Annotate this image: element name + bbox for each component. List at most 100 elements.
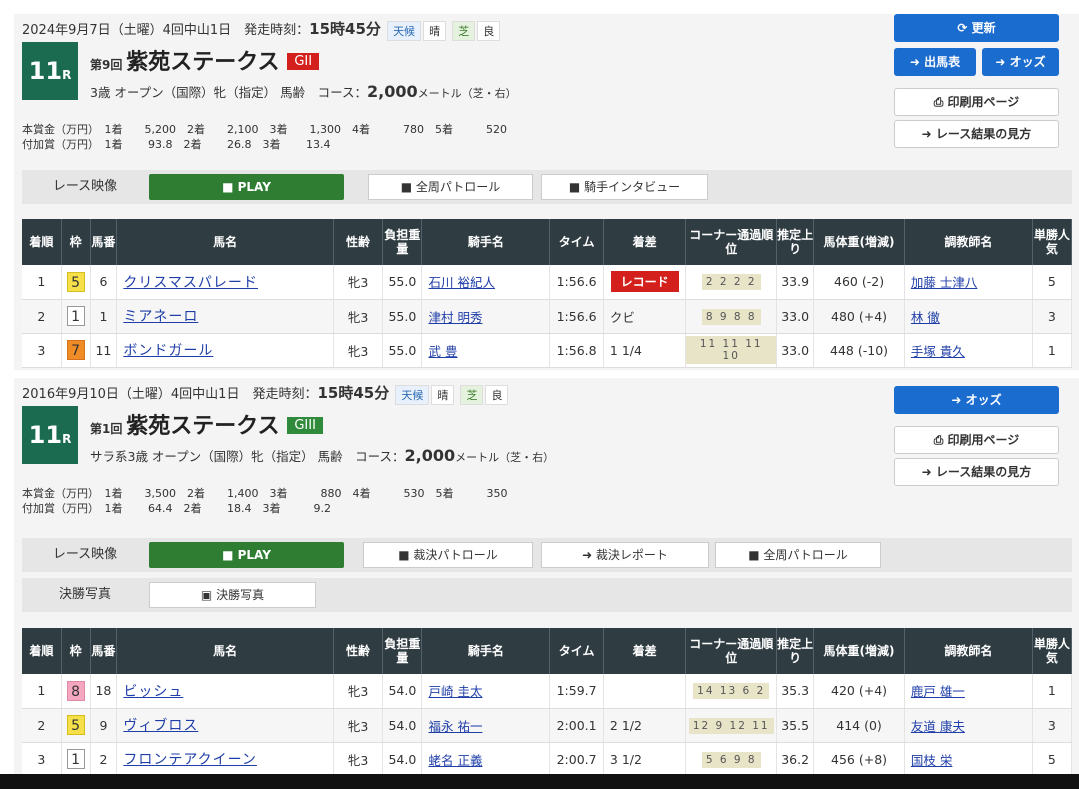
trainer-link[interactable]: 鹿戸 雄一 [911,684,965,699]
col-header: 調教師名 [904,219,1033,265]
distance: 2,000 [367,82,418,101]
jockey-link[interactable]: 戸崎 圭太 [428,684,482,699]
horse-number: 1 [90,299,118,334]
jockey-link[interactable]: 津村 明秀 [428,310,482,325]
trainer-link[interactable]: 国枝 栄 [911,753,952,768]
result-guide-button[interactable]: ➜ レース結果の見方 [894,120,1059,148]
margin [603,674,687,709]
race-time: 1:56.6 [549,265,604,300]
margin: 2 1/2 [603,708,687,743]
col-header: 馬名 [116,219,334,265]
trainer-link[interactable]: 加藤 士津八 [911,275,977,290]
corner-positions: 11 11 11 10 [686,336,777,364]
horse-link[interactable]: フロンテアクイーン [123,752,257,768]
stewards-patrol-button[interactable]: ■ 裁決パトロール [363,542,533,568]
waku-badge: 5 [66,715,85,735]
jockey-link[interactable]: 蛯名 正義 [428,753,482,768]
finish-position: 2 [22,708,62,743]
jockey-link[interactable]: 福永 祐一 [428,719,482,734]
result-guide-button[interactable]: ➜ レース結果の見方 [894,458,1059,486]
horse-cell: ボンドガール [116,333,334,368]
race-suffix: R [62,432,72,446]
table-header: 着順 枠 馬番 馬名 性齢 負担重量 騎手名 タイム 着差 コーナー通過順位 推… [22,628,1073,674]
horse-link[interactable]: ボンドガール [123,343,213,359]
full-patrol-button[interactable]: ■ 全周パトロール [715,542,881,568]
photo-finish-button[interactable]: ▣ 決勝写真 [149,582,316,608]
body-weight: 480 (+4) [813,299,905,334]
play-button[interactable]: ■ PLAY [149,174,344,200]
race-panel-2024: 2024年9月7日（土曜）4回中山1日 発走時刻：15時45分 天候晴 芝良 1… [14,14,1079,370]
results-table: 着順 枠 馬番 馬名 性齢 負担重量 騎手名 タイム 着差 コーナー通過順位 推… [22,219,1073,368]
table-header: 着順 枠 馬番 馬名 性齢 負担重量 騎手名 タイム 着差 コーナー通過順位 推… [22,219,1073,265]
horse-link[interactable]: ミアネーロ [123,309,198,325]
print-page-button[interactable]: ⎙ 印刷用ページ [894,426,1059,454]
race-number: 11 [28,57,63,85]
horse-cell: ミアネーロ [116,299,334,334]
horse-link[interactable]: ヴィブロス [123,718,198,734]
race-video-bar: レース映像 ■ PLAY ■ 全周パトロール ■ 騎手インタビュー [22,170,1072,204]
weather-value: 晴 [423,20,447,41]
refresh-button[interactable]: ⟳ 更新 [894,14,1059,42]
track-condition: 良 [477,20,501,41]
odds-button[interactable]: ➜ オッズ [894,386,1059,414]
jockey-link[interactable]: 石川 裕紀人 [428,275,494,290]
race-date: 2016年9月10日（土曜）4回中山1日 発走時刻： [22,387,318,402]
odds-button[interactable]: ➜ オッズ [982,48,1059,76]
distance-unit: メートル（芝・右） [455,451,555,464]
race-time: 1:56.8 [549,333,604,368]
conditions-text: サラ系3歳 オープン（国際）牝（指定） 馬齢 コース： [90,449,405,464]
horse-number: 9 [90,708,118,743]
full-patrol-button[interactable]: ■ 全周パトロール [368,174,533,200]
jockey-link[interactable]: 武 豊 [428,344,457,359]
race-title: 第9回 紫苑ステークス GII [90,44,320,76]
jockey-cell: 石川 裕紀人 [421,265,551,300]
stewards-report-button[interactable]: ➜ 裁決レポート [541,542,709,568]
last-3f: 36.2 [776,742,815,774]
race-title: 第1回 紫苑ステークス GIII [90,408,323,440]
col-header: 着順 [22,628,62,674]
col-header: 負担重量 [382,628,423,674]
jockey-interview-button[interactable]: ■ 騎手インタビュー [541,174,708,200]
col-header: 着順 [22,219,62,265]
horse-cell: ヴィブロス [116,708,334,743]
waku-badge: 1 [66,749,85,769]
race-time: 1:56.6 [549,299,604,334]
horse-link[interactable]: ビッシュ [123,684,183,700]
corner-positions: 14 13 6 2 [693,683,770,700]
jockey-cell: 戸崎 圭太 [421,674,551,709]
sex-age: 牝3 [333,708,384,743]
waku-cell: 5 [61,708,91,743]
trainer-link[interactable]: 林 徹 [911,310,940,325]
race-suffix: R [62,68,72,82]
jockey-cell: 武 豊 [421,333,551,368]
race-number-badge: 11R [22,42,78,100]
horse-number: 18 [90,674,118,709]
conditions-text: 3歳 オープン（国際）牝（指定） 馬齢 コース： [90,85,368,100]
col-header: 推定上り [776,628,815,674]
finish-position: 1 [22,265,62,300]
carried-weight: 55.0 [382,299,423,334]
weather-label: 天候 [387,20,422,41]
popularity: 1 [1032,674,1073,709]
race-panel-2016: 2016年9月10日（土曜）4回中山1日 発走時刻：15時45分 天候晴 芝良 … [14,378,1079,774]
corner-cell: 2 2 2 2 [685,265,778,300]
jockey-cell: 蛯名 正義 [421,742,551,774]
table-row: 1 8 18 ビッシュ 牝3 54.0 戸崎 圭太 1:59.7 14 13 6… [22,674,1073,709]
race-time: 1:59.7 [549,674,604,709]
waku-badge: 7 [66,340,85,360]
sex-age: 牝3 [333,674,384,709]
trainer-link[interactable]: 友道 康夫 [911,719,965,734]
waku-cell: 1 [61,299,91,334]
play-button[interactable]: ■ PLAY [149,542,344,568]
print-page-button[interactable]: ⎙ 印刷用ページ [894,88,1059,116]
grade-badge: GIII [287,417,323,434]
col-header: タイム [549,628,604,674]
horse-link[interactable]: クリスマスパレード [123,275,258,291]
waku-badge: 1 [66,306,85,326]
trainer-link[interactable]: 手塚 貴久 [911,344,965,359]
col-header: 単勝人気 [1032,219,1073,265]
results-table: 着順 枠 馬番 馬名 性齢 負担重量 騎手名 タイム 着差 コーナー通過順位 推… [22,628,1073,774]
col-header: 騎手名 [421,219,551,265]
entries-button[interactable]: ➜ 出馬表 [894,48,976,76]
last-3f: 35.5 [776,708,815,743]
